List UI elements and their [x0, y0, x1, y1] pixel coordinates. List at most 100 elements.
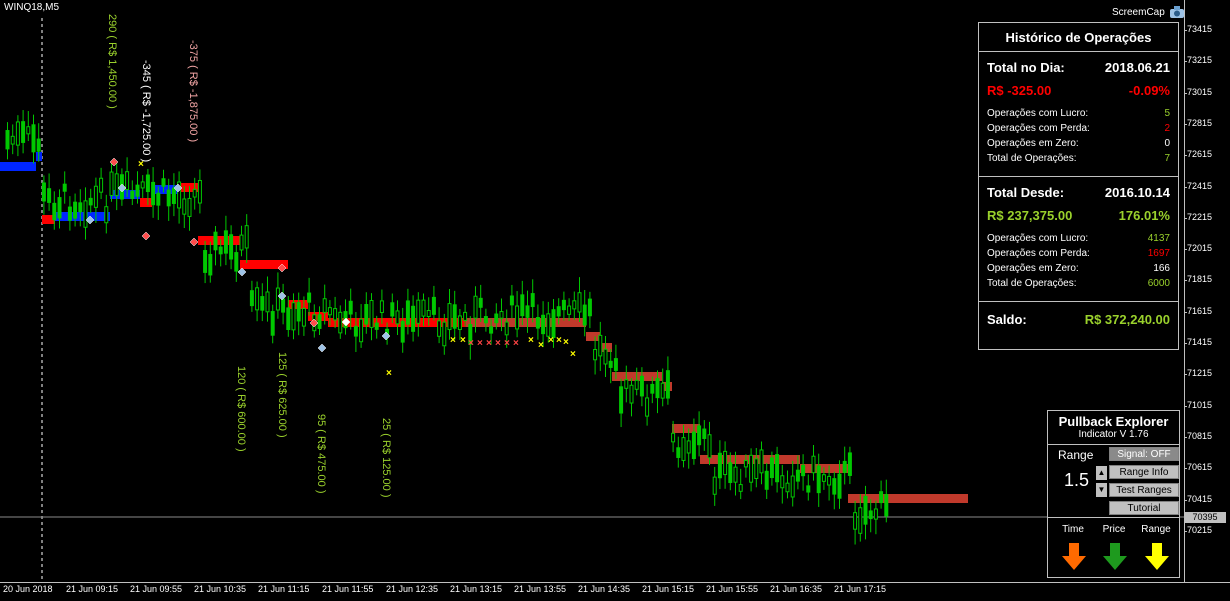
divider — [1048, 517, 1179, 518]
range-info-button[interactable]: Range Info — [1109, 465, 1179, 479]
candle-body — [431, 296, 436, 315]
candle-body — [457, 315, 462, 331]
time-tick-label: 21 Jun 12:35 — [386, 584, 439, 594]
day-stat-row: Total de Operações: 7 — [987, 153, 1170, 164]
day-stat-row: Operações com Perda: 2 — [987, 123, 1170, 134]
candle-body — [593, 349, 598, 361]
candle-body — [140, 181, 145, 189]
trend-band-segment — [198, 236, 240, 245]
candle-body — [255, 287, 260, 311]
price-tick-label: 73015 — [1187, 86, 1213, 97]
candle-body — [660, 382, 665, 399]
signal-cross-icon: × — [570, 349, 576, 360]
candle-body — [114, 173, 119, 196]
signal-cross-icon: × — [460, 335, 466, 346]
day-stat-row: Operações em Zero: 0 — [987, 138, 1170, 149]
trade-marker-icon — [141, 231, 151, 241]
candle-body — [104, 206, 109, 224]
candle-body — [525, 305, 530, 318]
candle-body — [187, 197, 192, 217]
candle-body — [567, 305, 572, 315]
candle-body — [26, 126, 31, 135]
candle-body — [67, 206, 72, 221]
candle-body — [775, 454, 780, 483]
candle-body — [494, 313, 499, 324]
candle-body — [369, 300, 374, 328]
signal-cross-icon: × — [495, 338, 501, 349]
candle-body — [333, 308, 338, 321]
candle-body — [842, 460, 847, 473]
candle-body — [582, 304, 587, 326]
candle-body — [561, 299, 566, 311]
candle-body — [499, 311, 504, 319]
candle-body — [603, 348, 608, 365]
time-tick-label: 21 Jun 15:55 — [706, 584, 759, 594]
range-value: 1.5 — [1064, 470, 1090, 490]
candle-body — [827, 475, 832, 486]
candle-body — [21, 121, 26, 143]
price-down-arrow-icon — [1103, 543, 1127, 570]
candle-body — [868, 510, 873, 520]
candle-body — [780, 475, 785, 489]
price-tick-label: 71215 — [1187, 368, 1213, 379]
price-tick-label: 72015 — [1187, 243, 1213, 254]
candle-body — [837, 473, 842, 499]
candle-body — [317, 314, 322, 329]
range-dir-label: Range — [1141, 524, 1171, 535]
range-up-button[interactable]: ▲ — [1096, 466, 1107, 480]
candle-body — [260, 296, 265, 311]
candle-body — [364, 304, 369, 325]
candle-body — [296, 301, 301, 322]
signal-cross-icon: × — [486, 338, 492, 349]
pullback-title: Pullback Explorer — [1058, 414, 1169, 429]
time-tick-label: 21 Jun 14:35 — [578, 584, 631, 594]
candle-body — [239, 234, 244, 251]
candle-body — [884, 494, 889, 517]
signal-toggle-button[interactable]: Signal: OFF — [1109, 447, 1179, 461]
candle-body — [463, 311, 468, 321]
signal-cross-icon: × — [386, 368, 392, 379]
price-tick-label: 72615 — [1187, 149, 1213, 160]
candle-body — [10, 135, 15, 145]
divider — [979, 301, 1178, 302]
candle-body — [598, 334, 603, 357]
day-label: Total no Dia: — [987, 60, 1065, 75]
candle-body — [733, 466, 738, 483]
time-tick-label: 21 Jun 13:55 — [514, 584, 567, 594]
day-pct: -0.09% — [1128, 83, 1170, 98]
test-ranges-button[interactable]: Test Ranges — [1109, 483, 1179, 497]
trade-label-1: 290 ( R$ 1,450.00 ) — [106, 14, 118, 109]
candle-body — [702, 428, 707, 439]
day-header: Total no Dia: 2018.06.21 — [979, 60, 1178, 75]
candle-body — [634, 379, 639, 390]
time-label: Time — [1062, 524, 1084, 535]
candle-body — [863, 495, 868, 525]
candle-body — [738, 484, 743, 492]
tutorial-button[interactable]: Tutorial — [1109, 501, 1179, 515]
candle-body — [78, 202, 83, 213]
candle-body — [161, 178, 166, 187]
candle-body — [650, 383, 655, 394]
candle-body — [504, 321, 509, 336]
since-date: 2016.10.14 — [1104, 185, 1170, 200]
candle-body — [858, 507, 863, 534]
candle-body — [769, 457, 774, 479]
candle-body — [41, 182, 46, 202]
time-tick-label: 21 Jun 10:35 — [194, 584, 247, 594]
trade-label-7: 25 ( R$ 125.00 ) — [380, 418, 392, 498]
candle-body — [489, 326, 494, 334]
time-tick-label: 21 Jun 09:15 — [66, 584, 119, 594]
trend-band-segment — [0, 162, 36, 171]
candle-body — [182, 198, 187, 215]
candle-body — [208, 253, 213, 276]
range-down-button[interactable]: ▼ — [1096, 483, 1107, 497]
candle-body — [879, 491, 884, 504]
candle-body — [36, 138, 41, 152]
candle-body — [353, 325, 358, 337]
candle-body — [452, 304, 457, 329]
candle-body — [681, 437, 686, 461]
candle-body — [395, 310, 400, 325]
candle-body — [52, 202, 57, 221]
candle-body — [665, 370, 670, 399]
candle-body — [613, 358, 618, 371]
